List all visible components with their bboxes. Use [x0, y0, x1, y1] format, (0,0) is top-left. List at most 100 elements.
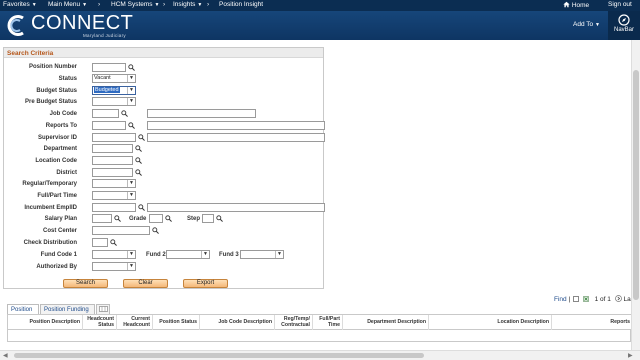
main-menu[interactable]: Main Menu ▼ [48, 1, 87, 8]
authorized-by-select[interactable]: ▼ [92, 262, 136, 271]
search-icon[interactable] [152, 227, 159, 234]
breadcrumb-label: HCM Systems [111, 1, 153, 8]
add-to-menu[interactable]: Add To ▼ [573, 21, 600, 28]
scroll-left-icon[interactable]: ◀ [3, 352, 8, 359]
search-icon[interactable] [138, 204, 145, 211]
search-icon[interactable] [110, 239, 117, 246]
search-button[interactable]: Search [63, 279, 108, 288]
fund-2-select[interactable]: ▼ [166, 250, 210, 259]
grid-header-row: Position Description Headcount Status Cu… [8, 315, 632, 330]
reports-to-input[interactable] [92, 121, 126, 130]
status-label: Status [58, 76, 77, 82]
fund-3-select[interactable]: ▼ [240, 250, 284, 259]
position-results-grid: Position Description Headcount Status Cu… [7, 314, 632, 342]
chevron-down-icon: ▼ [31, 2, 37, 8]
check-distribution-input[interactable] [92, 238, 108, 247]
job-code-input[interactable] [92, 109, 119, 118]
show-all-columns-icon [99, 306, 108, 312]
search-icon[interactable] [128, 122, 135, 129]
salary-plan-input[interactable] [92, 214, 112, 223]
search-icon[interactable] [121, 110, 128, 117]
column-header-department-description[interactable]: Department Description [343, 315, 429, 330]
logo-subtitle: Maryland Judiciary [83, 33, 126, 38]
pre-budget-status-label: Pre Budget Status [24, 99, 77, 105]
district-label: District [56, 170, 77, 176]
view-all-icon[interactable] [572, 296, 579, 302]
location-code-input[interactable] [92, 156, 133, 165]
supervisor-id-label: Supervisor ID [37, 135, 77, 141]
regular-temporary-select[interactable]: ▼ [92, 179, 136, 188]
search-icon[interactable] [135, 169, 142, 176]
compass-icon [618, 14, 630, 26]
search-icon[interactable] [165, 215, 172, 222]
search-icon[interactable] [135, 157, 142, 164]
download-icon[interactable] [582, 296, 589, 304]
status-value: Vacant [94, 75, 111, 81]
step-input[interactable] [202, 214, 214, 223]
search-icon[interactable] [216, 215, 223, 222]
incumbent-name-field [147, 203, 325, 212]
home-icon [563, 1, 570, 8]
column-header-location-description[interactable]: Location Description [429, 315, 552, 330]
find-link[interactable]: Find [554, 296, 567, 303]
chevron-down-icon: ▼ [127, 180, 135, 187]
breadcrumb-insights[interactable]: Insights ▼ [173, 1, 202, 8]
search-icon[interactable] [138, 134, 145, 141]
column-header-reg-temp-contractual[interactable]: Reg/Temp/ Contractual [275, 315, 313, 330]
column-header-headcount-status[interactable]: Headcount Status [83, 315, 117, 330]
status-select[interactable]: Vacant ▼ [92, 74, 136, 83]
chevron-down-icon: ▼ [127, 192, 135, 199]
next-page-icon[interactable] [614, 295, 622, 302]
clear-button[interactable]: Clear [123, 279, 168, 288]
search-icon[interactable] [114, 215, 121, 222]
incumbent-emplid-input[interactable] [92, 203, 136, 212]
home-link[interactable]: Home [563, 1, 589, 9]
show-all-columns-tab[interactable] [96, 304, 110, 314]
reports-to-description-field [147, 121, 325, 130]
navbar-button[interactable]: NavBar [608, 11, 640, 40]
column-header-current-headcount[interactable]: Current Headcount [117, 315, 153, 330]
favorites-label: Favorites [3, 1, 30, 8]
favorites-menu[interactable]: Favorites ▼ [3, 1, 37, 8]
column-header-job-code-description[interactable]: Job Code Description [200, 315, 275, 330]
budget-status-select[interactable]: Budgeted ▼ [92, 86, 136, 95]
fund-3-label: Fund 3 [219, 252, 239, 258]
vertical-scrollbar[interactable] [631, 40, 640, 350]
horizontal-scrollbar-thumb[interactable] [14, 353, 424, 358]
grade-input[interactable] [149, 214, 163, 223]
cost-center-input[interactable] [92, 226, 150, 235]
full-part-time-select[interactable]: ▼ [92, 191, 136, 200]
breadcrumb-separator: › [163, 1, 166, 8]
tab-position-funding[interactable]: Position Funding [40, 304, 95, 314]
header-banner: CONNECT Maryland Judiciary Add To ▼ NavB… [0, 11, 640, 40]
breadcrumb-hcm-systems[interactable]: HCM Systems ▼ [111, 1, 159, 8]
chevron-down-icon: ▼ [127, 75, 135, 82]
horizontal-scrollbar[interactable]: ◀ ▶ [0, 350, 640, 360]
authorized-by-label: Authorized By [36, 264, 77, 270]
fund-code-1-select[interactable]: ▼ [92, 250, 136, 259]
column-header-position-status[interactable]: Position Status [153, 315, 200, 330]
column-header-full-part-time[interactable]: Full/Part Time [313, 315, 343, 330]
scroll-right-icon[interactable]: ▶ [628, 352, 633, 359]
chevron-down-icon: ▼ [127, 251, 135, 258]
district-input[interactable] [92, 168, 133, 177]
breadcrumb-position-insight[interactable]: Position Insight [219, 1, 263, 8]
vertical-scrollbar-thumb[interactable] [633, 70, 639, 300]
department-input[interactable] [92, 144, 133, 153]
step-label: Step [187, 216, 201, 222]
position-number-input[interactable] [92, 63, 126, 72]
chevron-down-icon: ▼ [154, 2, 160, 8]
column-header-reports[interactable]: Reports [552, 315, 632, 330]
column-header-position-description[interactable]: Position Description [8, 315, 83, 330]
regular-temporary-label: Regular/Temporary [22, 181, 77, 187]
sign-out-link[interactable]: Sign out [608, 1, 632, 8]
export-button[interactable]: Export [183, 279, 228, 288]
job-code-description-field [147, 109, 256, 118]
last-page-link[interactable]: La [624, 296, 631, 303]
search-icon[interactable] [135, 145, 142, 152]
tab-position[interactable]: Position [7, 304, 39, 314]
supervisor-id-input[interactable] [92, 133, 136, 142]
job-code-label: Job Code [49, 111, 77, 117]
search-icon[interactable] [128, 64, 135, 71]
pre-budget-status-select[interactable]: ▼ [92, 97, 136, 106]
